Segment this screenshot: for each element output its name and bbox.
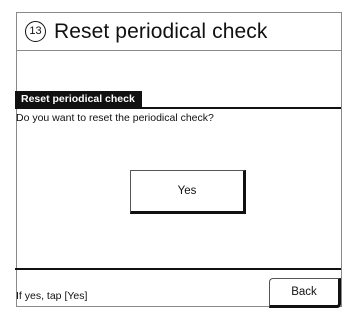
footer-divider xyxy=(15,268,341,270)
step-title: Reset periodical check xyxy=(54,19,268,43)
confirmation-question: Do you want to reset the periodical chec… xyxy=(16,112,214,124)
screen-header: Reset periodical check xyxy=(15,91,341,109)
controller-screen: Reset periodical check Do you want to re… xyxy=(15,52,341,308)
step-number-badge: 13 xyxy=(25,21,46,42)
screen-title: Reset periodical check xyxy=(15,91,142,107)
back-button[interactable]: Back xyxy=(269,278,341,308)
yes-button[interactable]: Yes xyxy=(130,170,246,214)
footer-hint: If yes, tap [Yes] xyxy=(16,290,88,302)
step-title-bar: 13 Reset periodical check xyxy=(17,13,341,51)
